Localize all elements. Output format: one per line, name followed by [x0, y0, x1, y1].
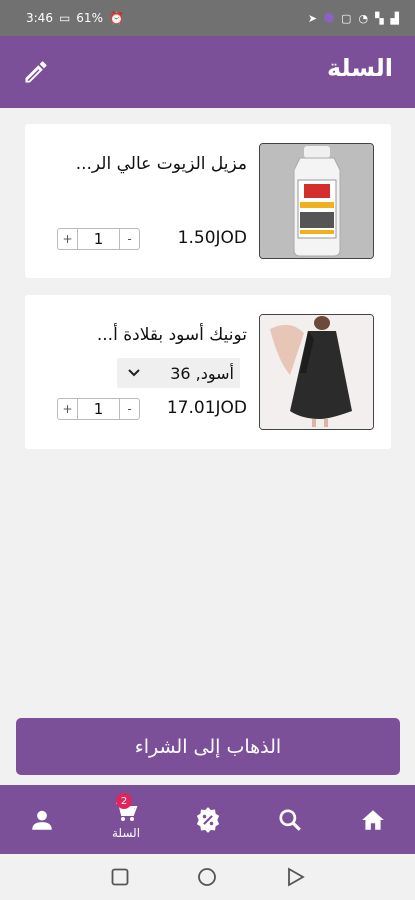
cleaner-bottle-image [260, 144, 373, 258]
pencil-icon [25, 61, 47, 83]
search-icon [279, 808, 301, 831]
location-icon: ➤ [307, 11, 318, 25]
quantity-value: 1 [93, 230, 104, 248]
product-image[interactable] [259, 314, 374, 430]
bottom-nav: 2 السلة [0, 785, 415, 854]
recents-icon[interactable] [111, 868, 129, 886]
decrease-button[interactable]: - [119, 399, 139, 419]
back-icon[interactable] [287, 867, 305, 887]
nav-cart[interactable]: 2 السلة [96, 785, 156, 854]
product-price: 17.01JOD [166, 398, 247, 418]
quantity-value: 1 [93, 400, 104, 418]
wifi-icon: ◔ [358, 11, 369, 25]
page-title: السلة [326, 54, 393, 82]
system-nav-bar [0, 854, 415, 900]
checkout-button[interactable]: الذهاب إلى الشراء [16, 718, 400, 775]
nav-search[interactable] [260, 785, 320, 854]
app-bar: السلة [0, 36, 415, 108]
product-price: 1.50JOD [177, 228, 247, 248]
notification-dot-icon [324, 13, 335, 23]
quantity-stepper: + 1 - [57, 228, 140, 250]
nav-offers[interactable] [178, 785, 238, 854]
profile-icon [32, 810, 52, 830]
home-circle-icon[interactable] [197, 867, 217, 887]
black-tunic-image [260, 315, 373, 429]
increase-button[interactable]: + [58, 229, 78, 249]
chevron-down-icon [128, 369, 140, 377]
edit-button[interactable] [22, 58, 50, 86]
battery-icon: ▭ [58, 11, 71, 25]
nav-cart-label: السلة [111, 825, 141, 840]
cart-item[interactable]: مزيل الزيوت عالي الر... 1.50JOD + 1 - [25, 124, 391, 278]
decrease-button[interactable]: - [119, 229, 139, 249]
product-name[interactable]: تونيك أسود بقلادة أ... [97, 325, 247, 345]
cart-item[interactable]: تونيك أسود بقلادة أ... أسود, 36 17.01JOD… [25, 295, 391, 449]
status-bar: 3:46 ▭ 61% ⏰ ➤ ▢ ◔ ▚ ▟ [0, 0, 415, 36]
home-icon [362, 809, 384, 830]
offers-icon [196, 806, 220, 833]
increase-button[interactable]: + [58, 399, 78, 419]
product-name[interactable]: مزيل الزيوت عالي الر... [76, 154, 247, 174]
signal-icon: ▟ [390, 11, 399, 25]
status-time: 3:46 [26, 11, 53, 25]
screen-icon: ▢ [341, 11, 352, 25]
signal-off-icon: ▚ [375, 11, 384, 25]
status-right: ➤ ▢ ◔ ▚ ▟ [308, 12, 399, 25]
alarm-icon: ⏰ [108, 11, 124, 25]
status-left: 3:46 ▭ 61% ⏰ [26, 11, 124, 25]
quantity-stepper: + 1 - [57, 398, 140, 420]
variant-select[interactable]: أسود, 36 [117, 358, 240, 388]
variant-value: أسود, 36 [170, 363, 234, 383]
cart-count-badge: 2 [116, 793, 132, 809]
nav-profile[interactable] [12, 785, 72, 854]
product-image[interactable] [259, 143, 374, 259]
nav-home[interactable] [343, 785, 403, 854]
battery-level: 61% [76, 11, 103, 25]
